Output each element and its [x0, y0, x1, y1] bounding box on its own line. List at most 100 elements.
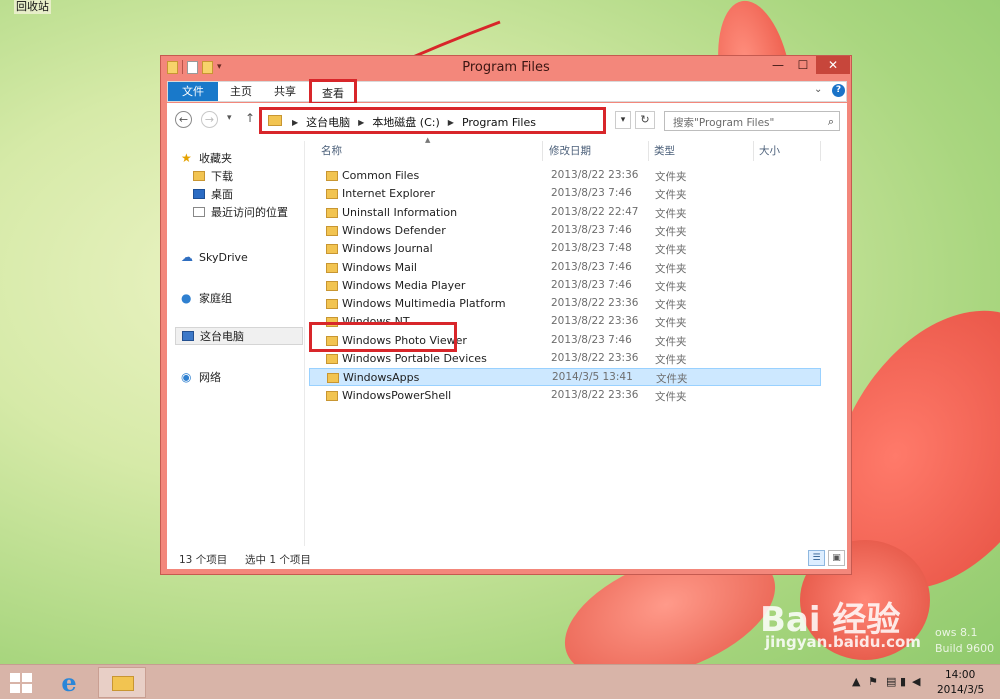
maximize-button[interactable]: ☐ — [791, 56, 815, 74]
window-title: Program Files — [462, 60, 550, 75]
file-explorer-taskbar-button[interactable] — [98, 667, 146, 698]
file-type: 文件夹 — [655, 335, 687, 348]
sidebar-item-this-pc[interactable]: 这台电脑 — [175, 327, 303, 345]
table-row[interactable]: Windows Portable Devices 2013/8/22 23:36 文… — [309, 350, 821, 368]
clock-date[interactable]: 2014/3/5 — [937, 684, 984, 696]
explorer-body: ← → ▾ ↑ ▶ 这台电脑 ▶ 本地磁盘 (C:) ▶ Program Fil… — [167, 103, 847, 569]
table-row[interactable]: WindowsApps 2014/3/5 13:41 文件夹 — [309, 368, 821, 387]
file-date: 2013/8/23 7:48 — [551, 242, 632, 255]
ribbon-expand-icon[interactable]: ⌄ — [814, 84, 822, 95]
column-header-date[interactable]: 修改日期 — [545, 141, 649, 161]
annotation-highlight — [309, 322, 457, 352]
file-name: WindowsApps — [343, 371, 420, 385]
network-icon: ◉ — [181, 370, 192, 384]
clock-time[interactable]: 14:00 — [945, 669, 975, 681]
large-icons-view-icon[interactable]: ▣ — [828, 550, 845, 566]
refresh-button[interactable]: ↻ — [635, 111, 655, 129]
file-type: 文件夹 — [655, 207, 687, 220]
volume-icon[interactable]: ◀ — [912, 675, 920, 688]
action-center-flag-icon[interactable]: ⚑ — [868, 675, 878, 688]
computer-icon — [182, 331, 194, 341]
sidebar-item-label: 收藏夹 — [199, 152, 232, 165]
back-button[interactable]: ← — [175, 111, 192, 128]
file-type: 文件夹 — [655, 244, 687, 257]
internet-explorer-icon[interactable]: e — [54, 669, 84, 697]
breadcrumb-separator[interactable]: ▶ — [358, 118, 364, 127]
downloads-folder-icon — [193, 171, 205, 181]
folder-icon — [326, 225, 338, 236]
os-build-line: Build 9600 — [935, 642, 995, 655]
column-header-size[interactable]: 大小 — [755, 141, 821, 161]
breadcrumb-separator[interactable]: ▶ — [448, 118, 454, 127]
recent-locations-icon[interactable]: ▾ — [227, 113, 232, 123]
help-icon[interactable]: ? — [832, 84, 845, 97]
sidebar-item-label: 这台电脑 — [200, 330, 244, 343]
network-tray-icon[interactable]: ▤ — [886, 675, 896, 688]
table-row[interactable]: Internet Explorer 2013/8/23 7:46 文件夹 — [309, 185, 821, 203]
folder-icon — [326, 244, 338, 255]
sidebar-item-favorites[interactable]: ★ 收藏夹 — [181, 149, 319, 167]
breadcrumb-this-pc[interactable]: 这台电脑 — [306, 114, 350, 130]
column-header-name[interactable]: 名称 — [317, 141, 543, 161]
table-row[interactable]: Windows Multimedia Platform 2013/8/22 23:… — [309, 295, 821, 313]
sidebar-item-label: 下载 — [211, 170, 233, 183]
cloud-icon: ☁ — [181, 250, 193, 264]
file-type: 文件夹 — [655, 299, 687, 312]
homegroup-icon: ● — [181, 291, 192, 305]
up-button[interactable]: ↑ — [245, 111, 255, 125]
file-date: 2013/8/23 7:46 — [551, 333, 632, 346]
file-date: 2013/8/23 7:46 — [551, 223, 632, 236]
minimize-button[interactable]: — — [766, 56, 790, 74]
sidebar-item-network[interactable]: ◉ 网络 — [181, 368, 319, 386]
baidu-watermark-url: jingyan.baidu.com — [765, 633, 921, 651]
tab-share[interactable]: 共享 — [264, 82, 306, 101]
forward-button[interactable]: → — [201, 111, 218, 128]
table-row[interactable]: WindowsPowerShell 2013/8/22 23:36 文件夹 — [309, 387, 821, 405]
file-date: 2013/8/23 7:46 — [551, 260, 632, 273]
os-build-line: ows 8.1 — [935, 626, 978, 639]
file-name: Windows Media Player — [342, 278, 466, 292]
file-type: 文件夹 — [655, 354, 687, 366]
tray-overflow-icon[interactable]: ▲ — [852, 675, 860, 688]
table-row[interactable]: Windows Defender 2013/8/23 7:46 文件夹 — [309, 222, 821, 240]
details-view-icon[interactable]: ☰ — [808, 550, 825, 566]
desktop-icon — [193, 189, 205, 199]
title-bar[interactable]: ▾ Program Files — ☐ ✕ — [161, 56, 851, 80]
tab-home[interactable]: 主页 — [220, 82, 262, 101]
close-button[interactable]: ✕ — [816, 56, 850, 74]
start-button[interactable] — [10, 673, 32, 693]
address-dropdown-icon[interactable]: ▾ — [615, 111, 631, 129]
file-explorer-icon — [112, 676, 134, 691]
table-row[interactable]: Windows Journal 2013/8/23 7:48 文件夹 — [309, 240, 821, 258]
sidebar-item-label: 桌面 — [211, 188, 233, 201]
table-row[interactable]: Windows Media Player 2013/8/23 7:46 文件夹 — [309, 277, 821, 295]
table-row[interactable]: Uninstall Information 2013/8/22 22:47 文件夹 — [309, 204, 821, 222]
address-bar[interactable]: ▶ 这台电脑 ▶ 本地磁盘 (C:) ▶ Program Files — [259, 107, 606, 134]
search-input[interactable]: 搜索"Program Files" ⌕ — [664, 111, 840, 131]
column-header-type[interactable]: 类型 — [650, 141, 754, 161]
windows-logo-icon — [22, 684, 32, 693]
file-name: Windows Multimedia Platform — [342, 297, 506, 311]
file-name: Internet Explorer — [342, 187, 435, 201]
table-row[interactable]: Common Files 2013/8/22 23:36 文件夹 — [309, 167, 821, 185]
breadcrumb-separator[interactable]: ▶ — [292, 118, 298, 127]
tab-file[interactable]: 文件 — [168, 82, 218, 101]
folder-icon — [326, 262, 338, 273]
recent-places-icon — [193, 207, 205, 217]
recycle-bin-label[interactable]: 回收站 — [14, 0, 51, 14]
breadcrumb-program-files[interactable]: Program Files — [462, 116, 536, 129]
search-icon[interactable]: ⌕ — [828, 115, 834, 129]
breadcrumb-local-disk[interactable]: 本地磁盘 (C:) — [372, 114, 439, 130]
file-type: 文件夹 — [655, 280, 687, 293]
power-tray-icon[interactable]: ▮ — [900, 675, 906, 688]
file-type: 文件夹 — [655, 262, 687, 275]
file-type: 文件夹 — [656, 373, 688, 386]
table-row[interactable]: Windows Mail 2013/8/23 7:46 文件夹 — [309, 259, 821, 277]
sidebar-item-homegroup[interactable]: ● 家庭组 — [181, 289, 319, 307]
sidebar-item-skydrive[interactable]: ☁ SkyDrive — [181, 248, 319, 266]
folder-icon — [326, 171, 338, 181]
file-type: 文件夹 — [655, 171, 687, 183]
tab-view[interactable]: 查看 — [309, 79, 357, 105]
file-date: 2013/8/23 7:46 — [551, 187, 632, 200]
folder-icon — [326, 354, 338, 364]
